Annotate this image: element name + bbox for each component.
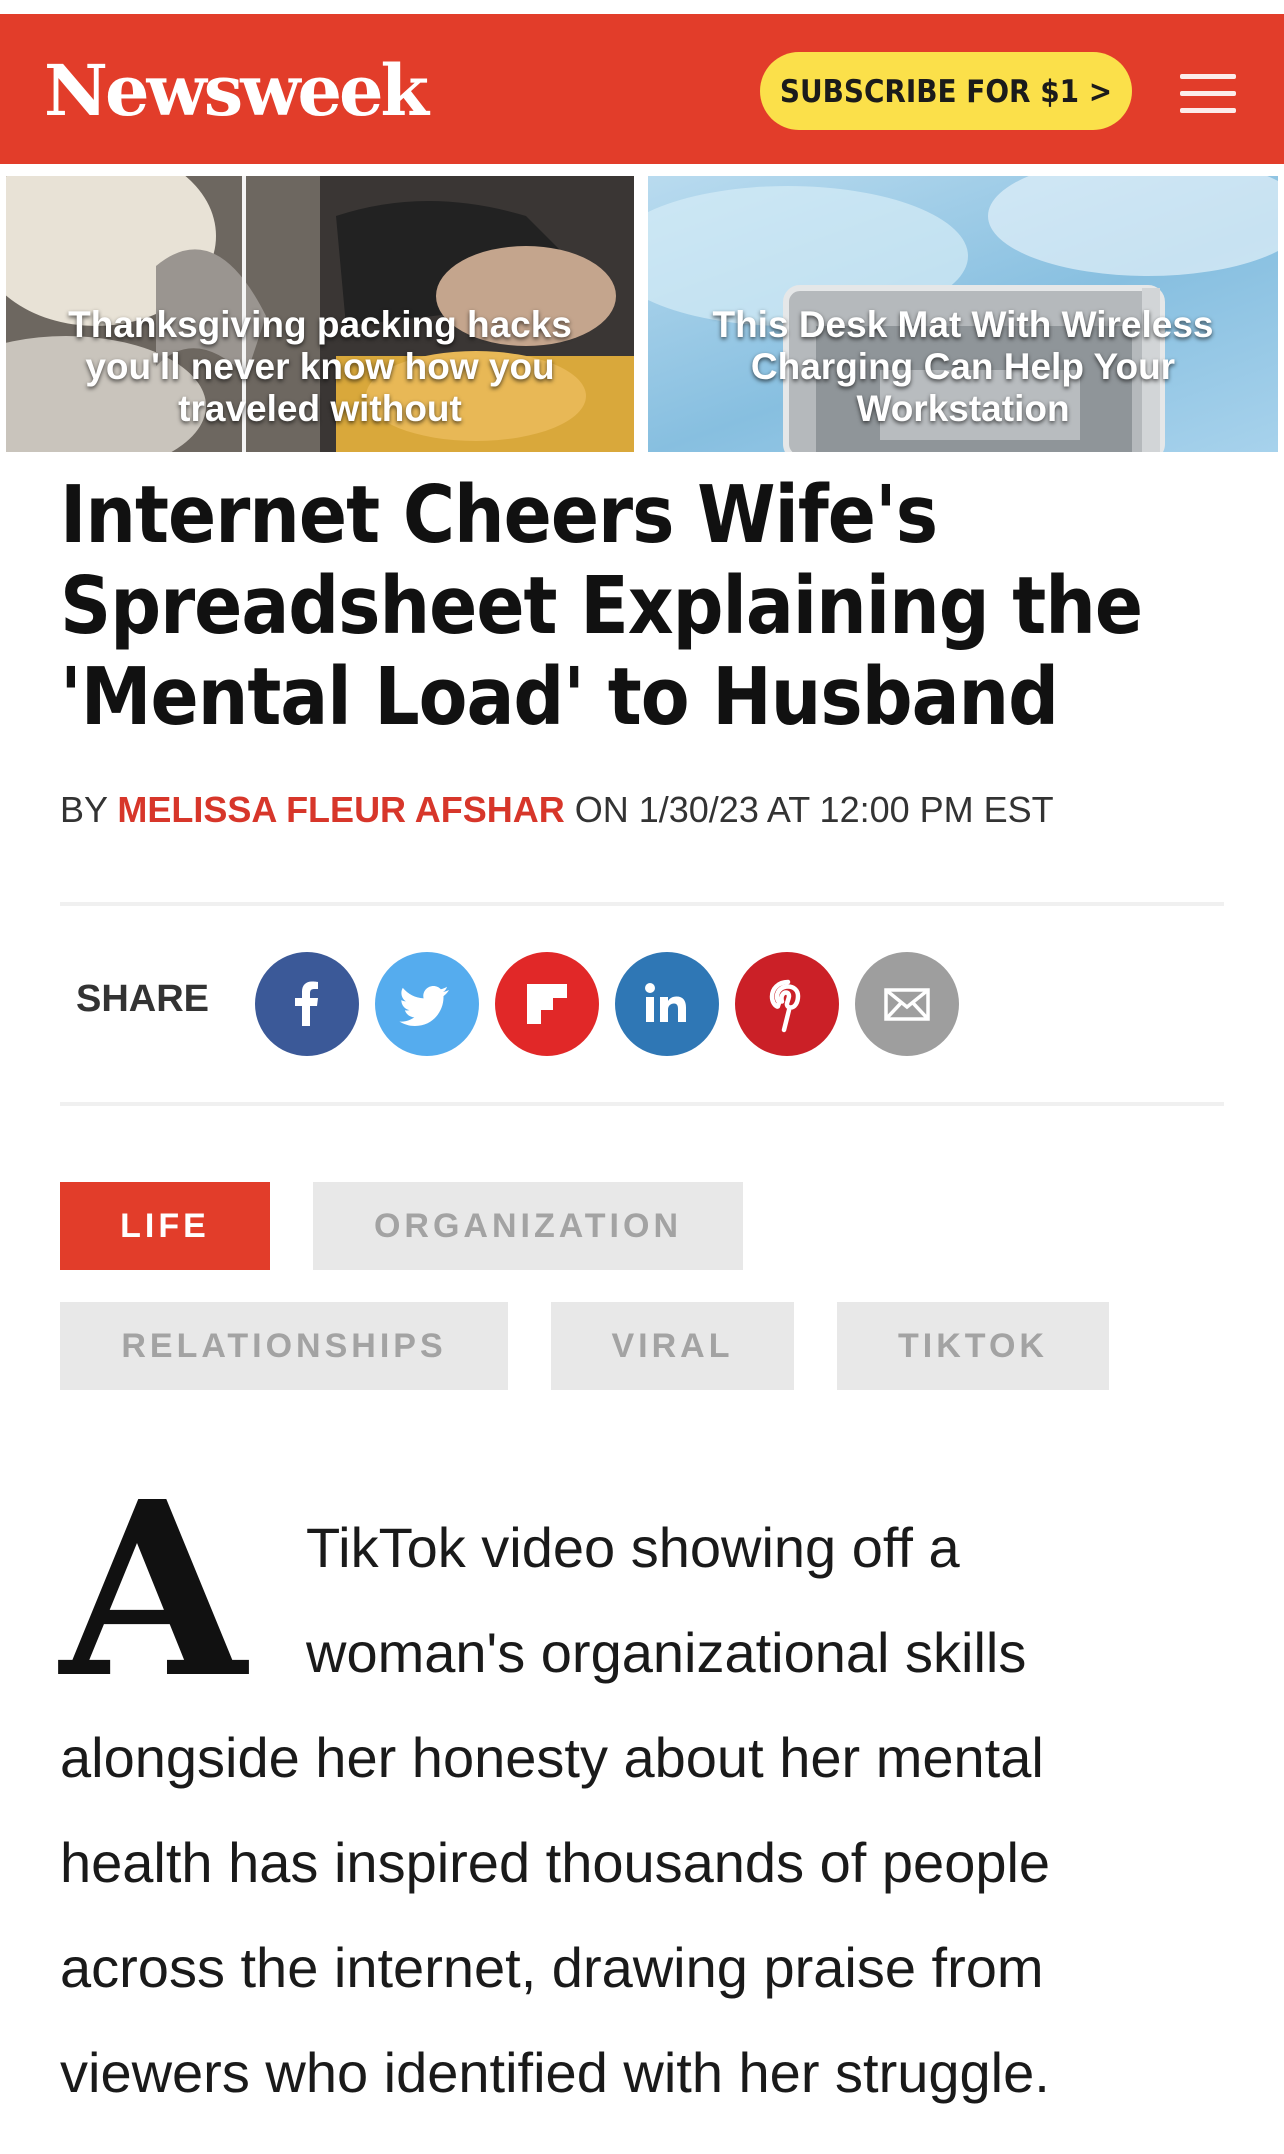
flipboard-share-button[interactable] (495, 952, 599, 1056)
author-link[interactable]: MELISSA FLEUR AFSHAR (117, 789, 564, 830)
hamburger-menu-icon[interactable] (1180, 74, 1236, 114)
facebook-share-button[interactable] (255, 952, 359, 1056)
twitter-icon (399, 986, 449, 1026)
publish-date: ON 1/30/23 AT 12:00 PM EST (574, 789, 1054, 830)
email-share-button[interactable] (855, 952, 959, 1056)
byline-prefix: BY (60, 789, 108, 830)
promo-title: This Desk Mat With Wireless Charging Can… (712, 304, 1214, 429)
site-header: Newsweek SUBSCRIBE FOR $1 > (0, 14, 1284, 164)
facebook-icon (295, 981, 318, 1026)
tag-viral[interactable]: VIRAL (551, 1302, 794, 1390)
tag-relationships[interactable]: RELATIONSHIPS (60, 1302, 508, 1390)
article-headline: Internet Cheers Wife's Spreadsheet Expla… (60, 469, 1143, 743)
pinterest-icon (769, 979, 801, 1033)
article-body-line: across the internet, drawing praise from (60, 1936, 1044, 1999)
divider (60, 1102, 1224, 1106)
twitter-share-button[interactable] (375, 952, 479, 1056)
email-icon (884, 988, 930, 1021)
article-byline: BY MELISSA FLEUR AFSHAR ON 1/30/23 AT 12… (60, 786, 1054, 834)
pinterest-share-button[interactable] (735, 952, 839, 1056)
subscribe-button[interactable]: SUBSCRIBE FOR $1 > (760, 52, 1132, 130)
article-body-line: viewers who identified with her struggle… (60, 2041, 1050, 2104)
drop-cap: A (60, 1449, 247, 1731)
article-body-line: woman's organizational skills (306, 1621, 1027, 1684)
divider (60, 902, 1224, 906)
promo-title: Thanksgiving packing hacks you'll never … (68, 304, 572, 429)
promo-card-packing-hacks[interactable]: Thanksgiving packing hacks you'll never … (6, 176, 634, 452)
tag-organization[interactable]: ORGANIZATION (313, 1182, 743, 1270)
article-body-line: health has inspired thousands of people (60, 1831, 1051, 1894)
flipboard-icon (527, 984, 567, 1024)
article-body-line: alongside her honesty about her mental (60, 1726, 1044, 1789)
share-label: SHARE (76, 978, 210, 1020)
promo-card-desk-mat[interactable]: This Desk Mat With Wireless Charging Can… (648, 176, 1278, 452)
linkedin-icon (645, 983, 686, 1022)
tag-life[interactable]: LIFE (60, 1182, 270, 1270)
article-body-line: TikTok video showing off a (306, 1516, 960, 1579)
tag-tiktok[interactable]: TIKTOK (837, 1302, 1109, 1390)
newsweek-logo[interactable]: Newsweek (44, 46, 429, 136)
status-strip (0, 0, 1284, 14)
linkedin-share-button[interactable] (615, 952, 719, 1056)
